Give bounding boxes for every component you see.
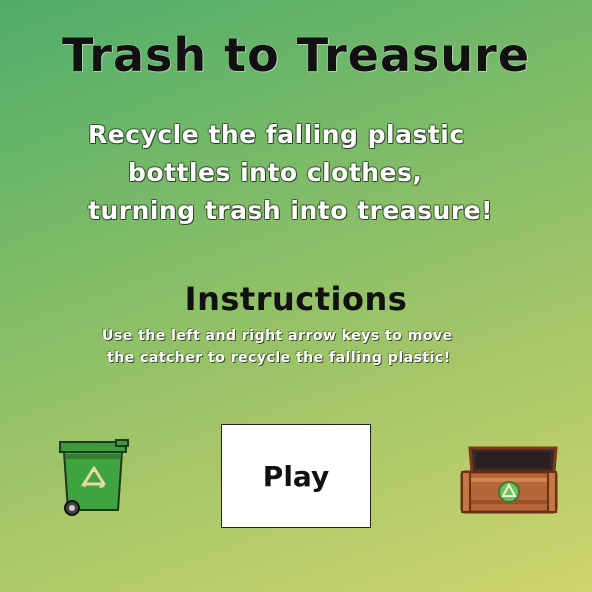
game-title: Trash to Treasure bbox=[61, 28, 531, 82]
play-button[interactable]: Play bbox=[221, 424, 371, 528]
treasure-chest-icon bbox=[458, 444, 562, 516]
recycling-bin-icon bbox=[56, 438, 134, 518]
tagline-line-1: Recycle the falling plastic bbox=[88, 120, 465, 149]
tagline-line-2: bottles into clothes, bbox=[128, 158, 423, 187]
instructions-heading: Instructions bbox=[184, 280, 408, 318]
instructions-line-1: Use the left and right arrow keys to mov… bbox=[102, 328, 453, 344]
instructions-line-2: the catcher to recycle the falling plast… bbox=[107, 350, 451, 366]
tagline-line-3: turning trash into treasure! bbox=[88, 196, 494, 225]
